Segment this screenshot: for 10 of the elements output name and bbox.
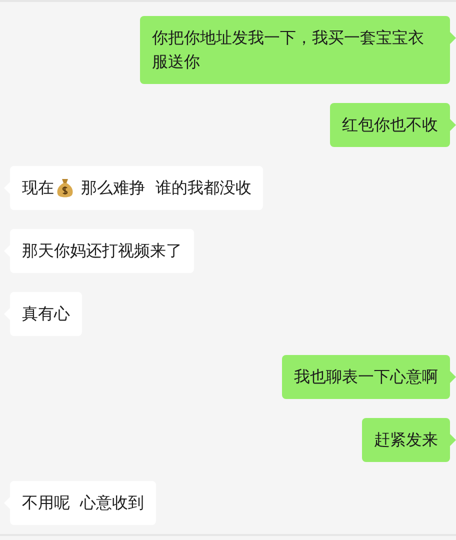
- message-text: 那么难挣 谁的我都没收: [80, 177, 252, 199]
- message-text: 不用呢 心意收到: [22, 492, 144, 514]
- message-text: 赶紧发来: [374, 429, 438, 451]
- message-text: 现在: [22, 177, 54, 199]
- money-bag-icon: [56, 178, 74, 198]
- message-text: 那天你妈还打视频来了: [22, 240, 182, 262]
- message-text: 你把你地址发我一下，我买一套宝宝衣服送你: [152, 27, 425, 73]
- message-text: 我也聊表一下心意啊: [294, 366, 438, 388]
- message-text: 真有心: [22, 303, 70, 325]
- message-text: 红包你也不收: [342, 114, 438, 136]
